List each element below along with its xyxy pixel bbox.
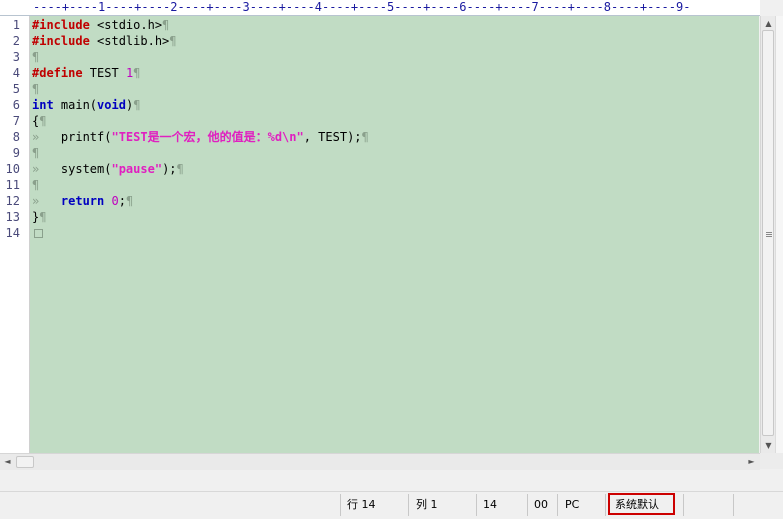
keyword: int (32, 98, 54, 112)
line-number: 2 (12, 34, 20, 48)
code-text: , TEST); (303, 130, 362, 144)
pilcrow-marker: ¶ (32, 178, 40, 192)
status-separator (557, 494, 558, 516)
line-number: 4 (12, 66, 20, 80)
ruler-corner (0, 0, 30, 16)
pilcrow-marker: ¶ (176, 162, 184, 176)
pilcrow-marker: ¶ (32, 82, 40, 96)
horizontal-scroll-thumb[interactable] (16, 456, 34, 468)
pilcrow-marker: ¶ (133, 98, 141, 112)
grip-line (766, 232, 772, 233)
status-line-number: 行 14 (347, 498, 376, 511)
vertical-scroll-thumb[interactable] (762, 30, 774, 436)
pilcrow-marker: ¶ (169, 34, 177, 48)
status-bar: 行 14 列 1 14 00 PC 系统默认 (0, 491, 783, 519)
code-line-2: #include <stdlib.h>¶ (32, 33, 177, 49)
preprocessor-directive: #define (32, 66, 83, 80)
pilcrow-marker: ¶ (125, 194, 134, 208)
line-number: 9 (12, 146, 20, 160)
horizontal-scrollbar[interactable]: ◄ ► (0, 453, 760, 470)
code-line-9: ¶ (32, 145, 39, 161)
ruler-scale: ----+----1----+----2----+----3----+----4… (33, 0, 691, 14)
grip-line (766, 234, 772, 235)
code-line-1: #include <stdio.h>¶ (32, 17, 169, 33)
scrollbar-corner (760, 453, 783, 469)
code-line-12: » return 0;¶ (32, 193, 133, 209)
string-literal: "TEST是一个宏，他的值是：%d\n" (111, 130, 304, 144)
pilcrow-marker: ¶ (361, 130, 369, 144)
pilcrow-marker: ¶ (39, 210, 47, 224)
code-text: main( (53, 98, 98, 112)
status-separator (527, 494, 528, 516)
status-char-code: 00 (534, 498, 548, 511)
status-separator (408, 494, 409, 516)
pilcrow-marker: ¶ (39, 114, 47, 128)
line-number: 6 (12, 98, 20, 112)
code-text: system( (32, 162, 112, 176)
line-number: 8 (12, 130, 20, 144)
code-line-13: }¶ (32, 209, 46, 225)
keyword: return (60, 194, 105, 208)
grip-line (766, 236, 772, 237)
pilcrow-marker: ¶ (32, 146, 40, 160)
line-number: 11 (5, 178, 20, 192)
line-number: 7 (12, 114, 20, 128)
pilcrow-marker: ¶ (133, 66, 141, 80)
status-separator (476, 494, 477, 516)
line-number: 12 (5, 194, 20, 208)
line-number: 10 (5, 162, 20, 176)
line-number: 1 (12, 18, 20, 32)
code-text: <stdio.h> (89, 18, 163, 32)
scroll-right-button[interactable]: ► (744, 454, 759, 469)
line-number: 5 (12, 82, 20, 96)
preprocessor-directive: #include (32, 34, 90, 48)
code-line-11: ¶ (32, 177, 39, 193)
status-separator (733, 494, 734, 516)
line-number: 14 (5, 226, 20, 240)
string-literal: "pause" (111, 162, 163, 176)
keyword: void (97, 98, 126, 112)
code-line-10: » system("pause");¶ (32, 161, 184, 177)
line-number: 3 (12, 50, 20, 64)
line-number-gutter: 1 2 3 4 5 6 7 8 9 10 11 12 13 14 (0, 16, 30, 453)
code-text: ); (162, 162, 177, 176)
line-number: 13 (5, 210, 20, 224)
code-text: printf( (32, 130, 112, 144)
code-line-4: #define TEST 1¶ (32, 65, 140, 81)
code-line-6: int main(void)¶ (32, 97, 140, 113)
code-text: ; (118, 194, 126, 208)
number-literal: 0 (111, 194, 119, 208)
tab-marker: » (32, 194, 40, 208)
code-text: TEST (82, 66, 126, 80)
scroll-left-button[interactable]: ◄ (0, 454, 15, 469)
code-text: <stdlib.h> (89, 34, 170, 48)
vertical-scrollbar[interactable]: ▲ ▼ (760, 16, 776, 453)
status-separator (605, 494, 606, 516)
code-editor[interactable]: #include <stdio.h>¶ #include <stdlib.h>¶… (30, 16, 759, 453)
status-column-number: 列 1 (416, 498, 438, 511)
column-ruler: ----+----1----+----2----+----3----+----4… (30, 0, 760, 16)
end-of-file-icon (34, 229, 43, 238)
tab-marker: » (32, 162, 40, 176)
code-line-5: ¶ (32, 81, 39, 97)
side-panel-edge (775, 16, 783, 453)
status-line-format: PC (565, 498, 580, 511)
status-separator (683, 494, 684, 516)
status-count: 14 (483, 498, 497, 511)
status-separator (340, 494, 341, 516)
code-line-8: » printf("TEST是一个宏，他的值是：%d\n", TEST);¶ (32, 129, 369, 145)
highlight-box (608, 493, 675, 515)
preprocessor-directive: #include (32, 18, 90, 32)
code-line-14 (32, 225, 43, 241)
tab-marker: » (32, 130, 40, 144)
pilcrow-marker: ¶ (32, 50, 40, 64)
scroll-down-button[interactable]: ▼ (761, 438, 776, 453)
code-line-3: ¶ (32, 49, 39, 65)
code-line-7: {¶ (32, 113, 46, 129)
scroll-up-button[interactable]: ▲ (761, 16, 776, 31)
pilcrow-marker: ¶ (162, 18, 170, 32)
